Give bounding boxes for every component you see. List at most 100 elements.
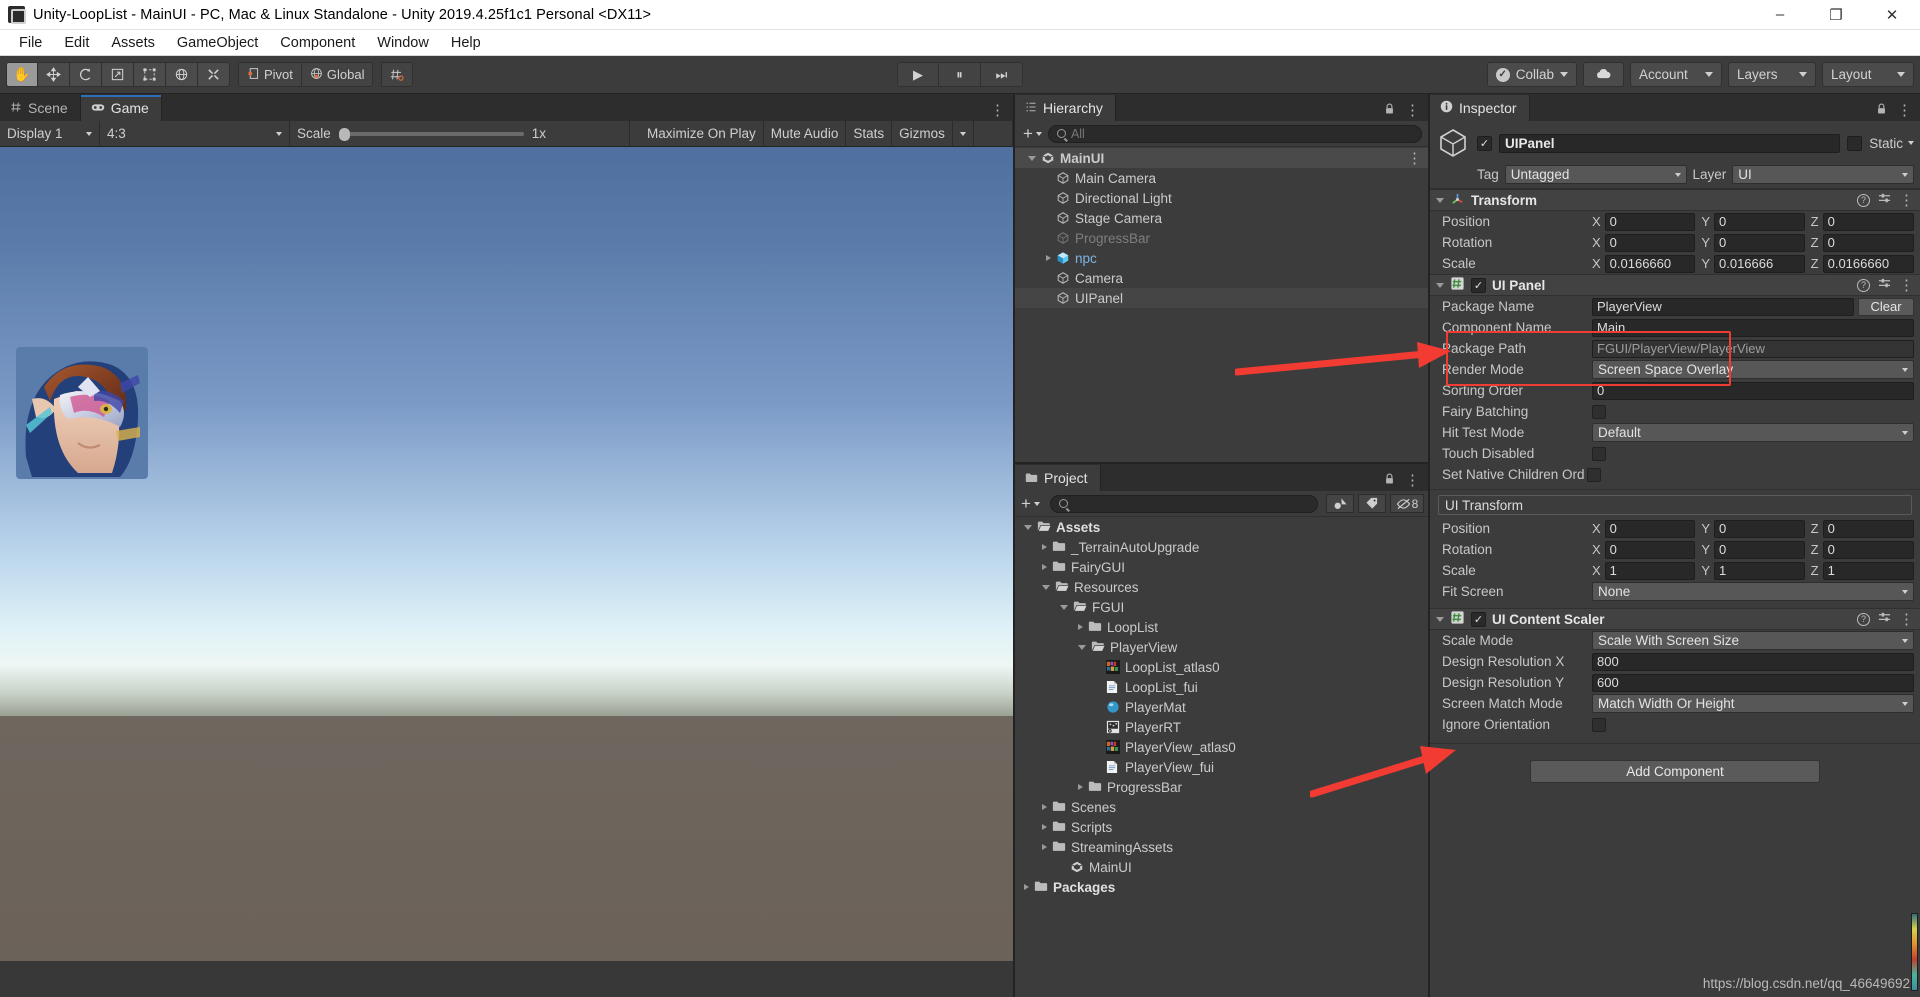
menu-item-help[interactable]: Help xyxy=(440,30,492,56)
help-icon[interactable]: ? xyxy=(1857,278,1870,292)
project-item-fairygui[interactable]: FairyGUI xyxy=(1015,557,1428,577)
hierarchy-item-progressbar[interactable]: ProgressBar xyxy=(1015,228,1428,248)
transform-position-y-input[interactable]: 0 xyxy=(1714,212,1805,231)
help-icon[interactable]: ? xyxy=(1857,612,1870,626)
ui-panel-enabled-checkbox[interactable]: ✓ xyxy=(1471,277,1486,293)
preset-icon[interactable] xyxy=(1878,611,1891,627)
filter-by-label-icon[interactable] xyxy=(1358,494,1386,513)
scale-slider-knob[interactable] xyxy=(338,127,350,141)
transform-position-x-input[interactable]: 0 xyxy=(1604,212,1696,231)
project-item-playerview-atlas0[interactable]: PlayerView_atlas0 xyxy=(1015,737,1428,757)
panel-menu-icon[interactable]: ⋮ xyxy=(1405,103,1420,118)
preset-icon[interactable] xyxy=(1878,192,1891,208)
pause-button[interactable]: ⏸ xyxy=(939,62,981,87)
transform-rotation-x-input[interactable]: 0 xyxy=(1604,233,1696,252)
hierarchy-item-uipanel[interactable]: UIPanel xyxy=(1015,288,1428,308)
clear-button[interactable]: Clear xyxy=(1858,297,1914,316)
project-item-playerrt[interactable]: PlayerRT xyxy=(1015,717,1428,737)
help-icon[interactable]: ? xyxy=(1857,193,1870,207)
hierarchy-search-input[interactable]: All xyxy=(1047,124,1422,143)
game-view-render[interactable] xyxy=(0,147,1013,961)
stats-toggle[interactable]: Stats xyxy=(846,120,893,147)
scale-slider-group[interactable]: Scale 1x xyxy=(290,120,630,147)
gizmos-toggle[interactable]: Gizmos xyxy=(892,120,953,147)
account-button[interactable]: Account xyxy=(1630,62,1722,87)
component-menu-icon[interactable]: ⋮ xyxy=(1899,278,1914,293)
chevron-right-icon[interactable] xyxy=(1042,844,1047,850)
component-header-ui-panel[interactable]: ✓ UI Panel ? ⋮ xyxy=(1430,274,1920,296)
aspect-dropdown[interactable]: 4:3 xyxy=(100,120,290,147)
project-item-assets[interactable]: Assets xyxy=(1015,517,1428,537)
step-button[interactable]: ⏭ xyxy=(981,62,1023,87)
component-menu-icon[interactable]: ⋮ xyxy=(1899,193,1914,208)
scale-tool-icon[interactable] xyxy=(102,62,134,87)
tab-project[interactable]: Project xyxy=(1015,465,1101,491)
ui-content-scaler-enabled-checkbox[interactable]: ✓ xyxy=(1471,611,1486,627)
tab-inspector[interactable]: Inspector xyxy=(1430,95,1530,121)
project-item-resources[interactable]: Resources xyxy=(1015,577,1428,597)
grid-snap-icon[interactable] xyxy=(381,62,414,87)
mute-audio-toggle[interactable]: Mute Audio xyxy=(764,120,847,147)
move-tool-icon[interactable] xyxy=(38,62,70,87)
project-item-playerview-fui[interactable]: PlayerView_fui xyxy=(1015,757,1428,777)
tab-game[interactable]: Game xyxy=(80,95,162,121)
chevron-right-icon[interactable] xyxy=(1042,804,1047,810)
project-item-looplist[interactable]: LoopList xyxy=(1015,617,1428,637)
project-item-streamingassets[interactable]: StreamingAssets xyxy=(1015,837,1428,857)
panel-menu-icon[interactable]: ⋮ xyxy=(1405,473,1420,488)
design-resolution-x-input[interactable]: 800 xyxy=(1592,652,1914,671)
static-checkbox[interactable] xyxy=(1847,135,1863,151)
ui-transform-scale-x-input[interactable]: 1 xyxy=(1604,561,1696,580)
hit-test-mode-dropdown[interactable]: Default xyxy=(1592,423,1914,442)
project-item-looplist-atlas0[interactable]: LoopList_atlas0 xyxy=(1015,657,1428,677)
close-button[interactable]: ✕ xyxy=(1864,0,1920,30)
scale-slider[interactable] xyxy=(338,127,524,141)
transform-position-z-input[interactable]: 0 xyxy=(1822,212,1914,231)
layers-button[interactable]: Layers xyxy=(1728,62,1816,87)
transform-scale-x-input[interactable]: 0.0166660 xyxy=(1604,254,1696,273)
hierarchy-item-main-camera[interactable]: Main Camera xyxy=(1015,168,1428,188)
project-item-looplist-fui[interactable]: LoopList_fui xyxy=(1015,677,1428,697)
cloud-button[interactable] xyxy=(1583,62,1624,87)
row-menu-icon[interactable]: ⋮ xyxy=(1407,151,1422,166)
global-toggle[interactable]: Global xyxy=(301,62,374,87)
layer-dropdown[interactable]: UI xyxy=(1732,165,1914,184)
play-button[interactable]: ▶ xyxy=(897,62,939,87)
hierarchy-item-mainui[interactable]: MainUI ⋮ xyxy=(1015,148,1428,168)
transform-scale-y-input[interactable]: 0.016666 xyxy=(1714,254,1805,273)
panel-menu-icon[interactable]: ⋮ xyxy=(1897,103,1912,118)
component-header-ui-content-scaler[interactable]: ✓ UI Content Scaler ? ⋮ xyxy=(1430,608,1920,630)
component-name-input[interactable]: Main xyxy=(1592,318,1914,337)
layout-button[interactable]: Layout xyxy=(1822,62,1914,87)
transform-scale-z-input[interactable]: 0.0166660 xyxy=(1822,254,1914,273)
chevron-right-icon[interactable] xyxy=(1046,255,1051,261)
chevron-down-icon[interactable] xyxy=(1060,604,1068,610)
hidden-packages-count[interactable]: 8 xyxy=(1390,494,1424,513)
hand-tool-icon[interactable]: ✋ xyxy=(6,62,38,87)
menu-item-gameobject[interactable]: GameObject xyxy=(166,30,269,56)
chevron-right-icon[interactable] xyxy=(1078,784,1083,790)
transform-tool-icon[interactable] xyxy=(166,62,198,87)
chevron-right-icon[interactable] xyxy=(1042,824,1047,830)
lock-icon[interactable] xyxy=(1384,102,1395,118)
touch-disabled-checkbox[interactable] xyxy=(1592,446,1606,461)
ui-transform-scale-z-input[interactable]: 1 xyxy=(1822,561,1914,580)
screen-match-mode-dropdown[interactable]: Match Width Or Height xyxy=(1592,694,1914,713)
chevron-down-icon[interactable] xyxy=(1042,584,1050,590)
hierarchy-tree[interactable]: MainUI ⋮ Main Camera Directional Light Stage… xyxy=(1015,147,1428,462)
project-item-playermat[interactable]: PlayerMat xyxy=(1015,697,1428,717)
collapse-arrow-icon[interactable] xyxy=(1436,282,1444,288)
project-search-input[interactable] xyxy=(1049,494,1318,513)
ui-transform-position-x-input[interactable]: 0 xyxy=(1604,519,1696,538)
create-object-button[interactable]: + xyxy=(1021,125,1044,142)
set-native-children-checkbox[interactable] xyxy=(1586,467,1601,482)
object-name-input[interactable]: UIPanel xyxy=(1499,133,1841,153)
lock-icon[interactable] xyxy=(1876,102,1887,118)
tag-dropdown[interactable]: Untagged xyxy=(1504,165,1687,184)
lock-icon[interactable] xyxy=(1384,472,1395,488)
ui-transform-position-z-input[interactable]: 0 xyxy=(1822,519,1914,538)
project-item--terrainautoupgrade[interactable]: _TerrainAutoUpgrade xyxy=(1015,537,1428,557)
tab-scene[interactable]: Scene xyxy=(0,95,81,121)
menu-item-component[interactable]: Component xyxy=(269,30,366,56)
minimize-button[interactable]: – xyxy=(1752,0,1808,30)
